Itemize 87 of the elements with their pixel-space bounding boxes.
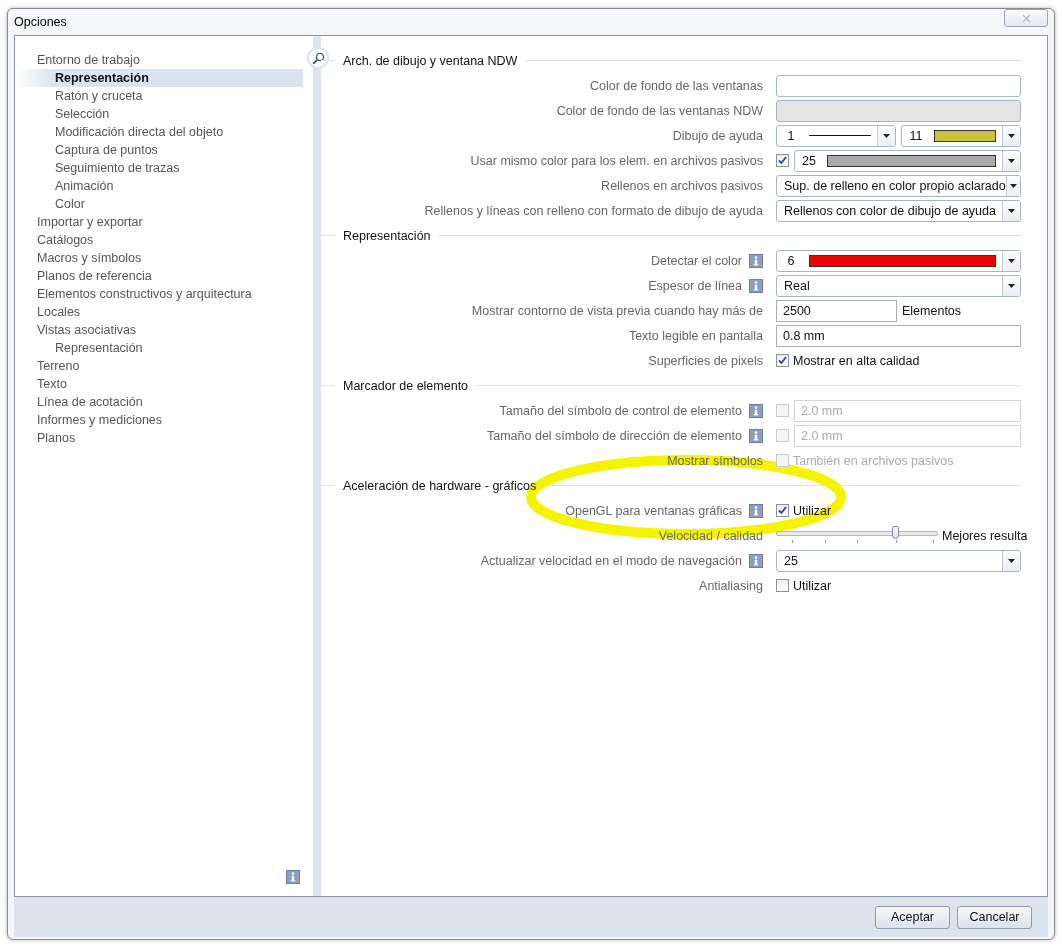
checkbox-label: Utilizar (793, 578, 832, 593)
color-dropdown[interactable]: 25 (794, 149, 1021, 172)
sidebar-item[interactable]: Elementos constructivos y arquitectura (15, 285, 303, 303)
option-label: Tamaño del símbolo de control de elemento (499, 403, 742, 418)
option-label: Antialiasing (699, 578, 763, 593)
sidebar-item[interactable]: Terreno (15, 357, 303, 375)
option-label: Mostrar contorno de vista previa cuando hay más de (471, 303, 763, 318)
sidebar-item[interactable]: Planos (15, 429, 303, 447)
info-icon[interactable] (749, 553, 763, 568)
info-icon[interactable] (286, 870, 300, 884)
close-icon (1021, 13, 1031, 23)
caret-icon (1008, 158, 1015, 163)
option-label: Usar mismo color para los elem. en archivos pasivos (470, 153, 763, 168)
sidebar-item[interactable]: Texto (15, 375, 303, 393)
checkbox[interactable] (776, 504, 789, 517)
caret-icon (1008, 558, 1015, 563)
dropdown[interactable]: Sup. de relleno en color propio aclarado (776, 174, 1021, 197)
sidebar-item[interactable]: Representación (15, 69, 303, 87)
caret-icon (883, 133, 890, 138)
sidebar-item[interactable]: Color (15, 195, 303, 213)
option-label: Dibujo de ayuda (672, 128, 763, 143)
caret-icon (1009, 183, 1017, 188)
sidebar-item[interactable]: Catálogos (15, 231, 303, 249)
sidebar-item[interactable]: Línea de acotación (15, 393, 303, 411)
sidebar-item[interactable]: Macros y símbolos (15, 249, 303, 267)
sidebar-item[interactable]: Selección (15, 105, 303, 123)
input-field[interactable]: 0.8 mm (776, 324, 1021, 347)
color-dropdown[interactable]: 11 (901, 124, 1021, 147)
sidebar-item[interactable]: Locales (15, 303, 303, 321)
line-sample-icon (809, 134, 871, 137)
color-dropdown[interactable]: 6 (776, 249, 1021, 272)
sidebar-item[interactable]: Representación (15, 339, 303, 357)
window-title: Opciones (14, 15, 67, 29)
color-field[interactable] (776, 74, 1021, 97)
search-button[interactable] (307, 47, 329, 69)
sidebar-item[interactable]: Animación (15, 177, 303, 195)
option-label: Color de fondo de las ventanas NDW (556, 103, 763, 118)
color-field[interactable] (776, 99, 1021, 122)
sidebar-item[interactable]: Informes y mediciones (15, 411, 303, 429)
info-icon[interactable] (749, 403, 763, 418)
close-button[interactable] (1004, 9, 1048, 27)
option-label: Detectar el color (651, 253, 742, 268)
option-label: Rellenos en archivos pasivos (601, 178, 763, 193)
sidebar-item[interactable]: Vistas asociativas (15, 321, 303, 339)
option-label: Superficies de pixels (648, 353, 763, 368)
option-label: Color de fondo de las ventanas (589, 78, 763, 93)
sidebar-item[interactable]: Entorno de trabajo (15, 51, 303, 69)
slider-thumb[interactable] (891, 525, 899, 539)
info-icon[interactable] (749, 278, 763, 293)
search-icon (311, 51, 325, 65)
caret-icon (1008, 283, 1015, 288)
option-label: Texto legible en pantalla (628, 328, 763, 343)
option-label: Tamaño del símbolo de dirección de elemento (487, 428, 742, 443)
option-label: Espesor de línea (648, 278, 742, 293)
dropdown[interactable]: 25 (776, 549, 1021, 572)
info-icon[interactable] (749, 428, 763, 443)
caret-icon (1008, 133, 1015, 138)
sidebar-item[interactable]: Importar y exportar (15, 213, 303, 231)
sidebar-item[interactable]: Ratón y cruceta (15, 87, 303, 105)
checkbox[interactable] (776, 154, 789, 167)
option-label: Rellenos y líneas con relleno con formato de dibujo de ayuda (424, 203, 763, 218)
sidebar-item[interactable]: Planos de referencia (15, 267, 303, 285)
option-label: Mostrar símbolos (667, 453, 763, 468)
info-icon[interactable] (749, 253, 763, 268)
cancel-button[interactable]: Cancelar (957, 905, 1032, 929)
checkbox-label: También en archivos pasivos (793, 453, 954, 468)
unit-label: Elementos (902, 303, 962, 318)
option-label: OpenGL para ventanas gráficas (565, 503, 742, 518)
caret-icon (1008, 208, 1015, 213)
checkbox-label: Mostrar en alta calidad (793, 353, 920, 368)
section-heading: Representación (342, 228, 432, 243)
sidebar-item[interactable]: Seguimiento de trazas (15, 159, 303, 177)
ok-button[interactable]: Aceptar (875, 905, 950, 929)
sidebar-item[interactable]: Modificación directa del objeto (15, 123, 303, 141)
line-style-dropdown[interactable]: 1 (776, 124, 896, 147)
option-label: Actualizar velocidad en el modo de navegación (480, 553, 742, 568)
section-heading: Arch. de dibujo y ventana NDW (342, 53, 519, 68)
checkbox[interactable] (776, 579, 789, 592)
caret-icon (1008, 258, 1015, 263)
info-icon[interactable] (749, 503, 763, 518)
dropdown[interactable]: Rellenos con color de dibujo de ayuda (776, 199, 1021, 222)
checkbox[interactable] (776, 354, 789, 367)
section-heading: Marcador de elemento (342, 378, 470, 393)
dropdown[interactable]: Real (776, 274, 1021, 297)
sidebar-item[interactable]: Captura de puntos (15, 141, 303, 159)
input-field[interactable]: 2500 (776, 299, 897, 322)
slider-end-label: Mejores resulta (942, 528, 1028, 543)
